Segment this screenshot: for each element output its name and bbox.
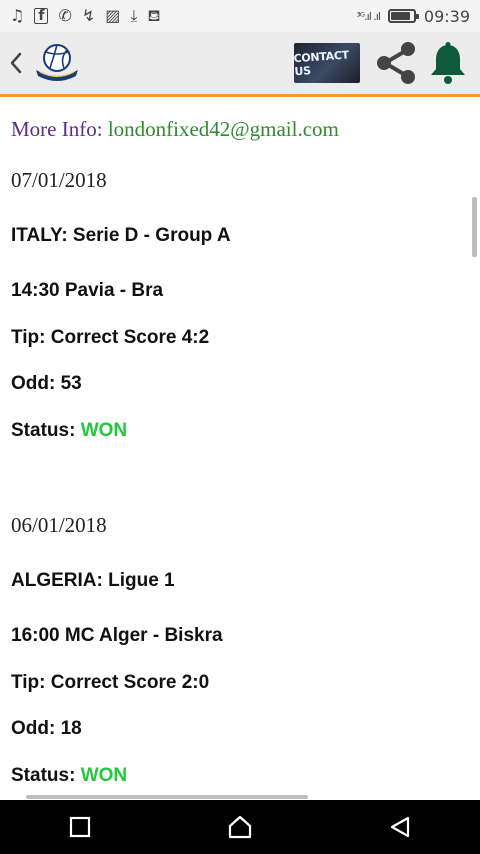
entry-date: 07/01/2018 [11,168,107,192]
bag-icon: ⛾ [147,6,161,25]
clock: 09:39 [423,6,470,26]
horizontal-scrollbar[interactable] [26,795,308,799]
status-label: Status: [11,420,81,441]
entry-league: ALGERIA: Ligue 1 [11,570,175,591]
email-link[interactable]: londonfixed42@gmail.com [108,117,339,141]
tip-entry: 07/01/2018 ITALY: Serie D - Group A 14:3… [11,168,231,441]
volleyball-shield-icon [36,44,78,81]
more-info-label: More Info: [11,117,108,141]
vertical-scrollbar[interactable] [472,197,477,257]
entry-match: 16:00 MC Alger - Biskra [11,625,223,646]
missed-call-icon: ↯ [81,6,96,25]
tip-entry: 06/01/2018 ALGERIA: Ligue 1 16:00 MC Alg… [11,513,223,786]
entry-odd: Odd: 53 [11,373,82,394]
tips-content[interactable]: More Info: londonfixed42@gmail.com 07/01… [0,100,480,800]
signal-indicator: ³ᴳ.ıl .ıl [356,9,380,23]
status-value: WON [80,765,128,786]
entry-match: 14:30 Pavia - Bra [11,280,164,301]
entry-tip: Tip: Correct Score 2:0 [11,672,210,693]
download-icon: ⤓ [130,6,138,25]
entry-odd: Odd: 18 [11,718,82,739]
status-bar: ♫ f ✆ ↯ ▨ ⤓ ⛾ ³ᴳ.ıl .ıl 09:39 [0,0,480,32]
home-icon [228,815,252,839]
contact-us-button[interactable]: CONTACT US [294,43,360,83]
entry-league: ITALY: Serie D - Group A [11,225,231,246]
entry-tip: Tip: Correct Score 4:2 [11,327,210,348]
app-logo[interactable] [32,40,82,86]
battery-icon [387,9,419,23]
share-button[interactable] [370,35,422,91]
more-info: More Info: londonfixed42@gmail.com [11,117,339,142]
share-icon [377,42,415,84]
music-note-icon: ♫ [10,6,25,25]
gallery-icon: ▨ [105,6,121,25]
system-nav-bar [0,800,480,854]
notification-icons: ♫ f ✆ ↯ ▨ ⤓ ⛾ [10,8,161,24]
bell-icon [431,42,465,84]
entry-date: 06/01/2018 [11,513,107,537]
app-toolbar: CONTACT US [0,32,480,97]
home-button[interactable] [210,800,270,854]
entry-status: Status: WON [11,765,127,787]
status-value: WON [80,420,128,441]
notifications-button[interactable] [422,35,474,91]
facebook-icon: f [34,8,49,24]
whatsapp-icon: ✆ [58,6,72,25]
chevron-left-icon [10,52,22,74]
recents-square-icon [69,816,91,838]
back-button[interactable] [2,33,30,93]
back-triangle-icon [390,816,410,838]
status-label: Status: [11,765,81,786]
entry-status: Status: WON [11,420,127,442]
back-nav-button[interactable] [370,800,430,854]
battery-level [390,12,410,20]
recents-button[interactable] [50,800,110,854]
contact-us-label: CONTACT US [294,48,350,79]
